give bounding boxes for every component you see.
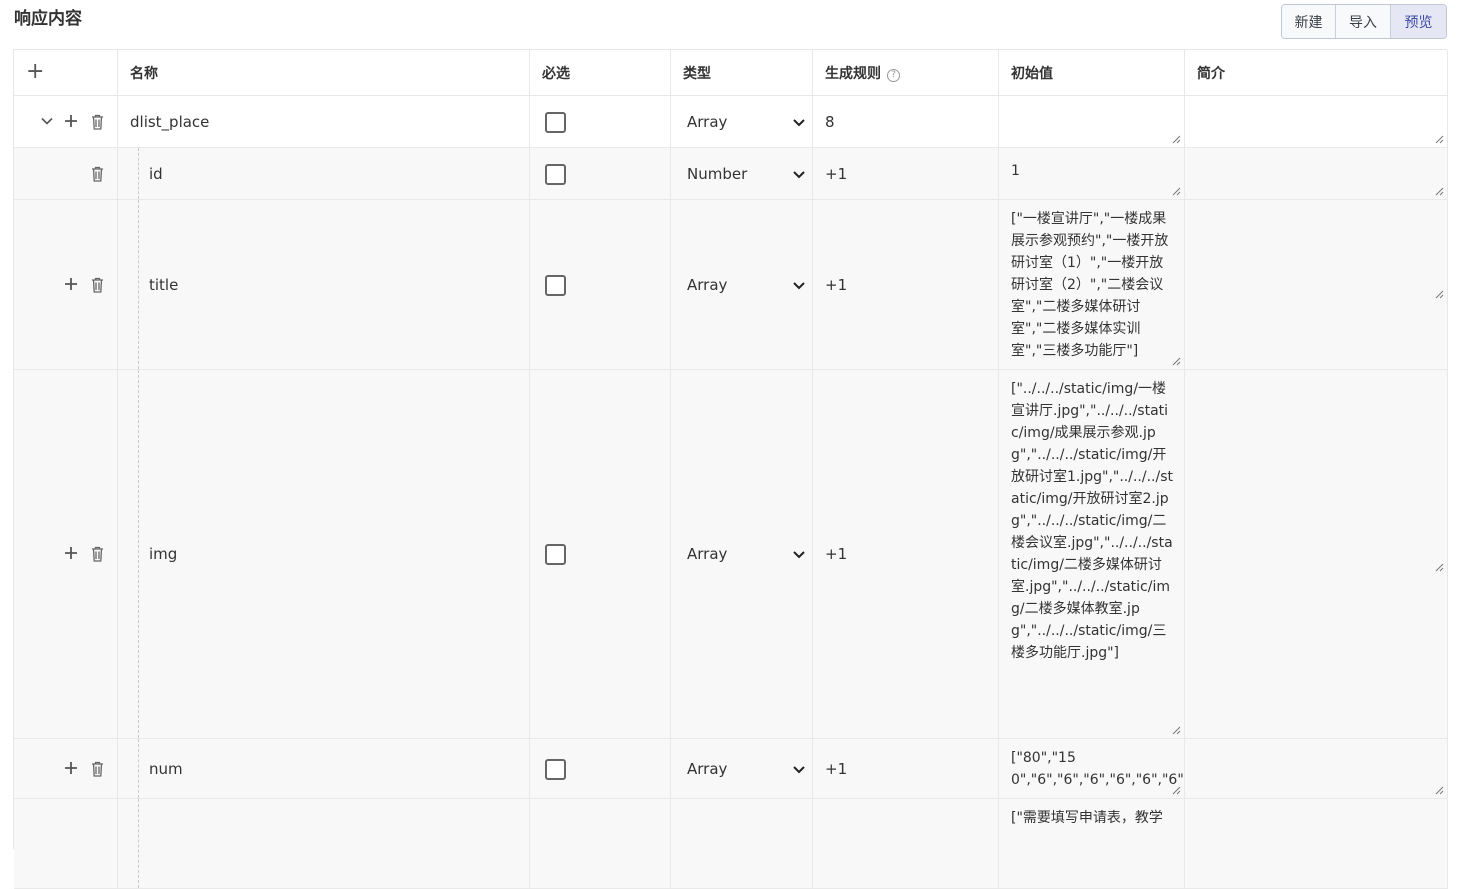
table-row: id Number +1 1 [14,148,1448,200]
resize-handle-icon[interactable] [1435,290,1444,299]
rule-input[interactable]: +1 [825,165,847,183]
resize-handle-icon[interactable] [1172,786,1181,795]
action-button-group: 新建 导入 预览 [1281,4,1447,39]
chevron-down-icon [793,118,805,126]
chevron-down-icon [793,551,805,559]
trash-icon[interactable] [91,166,104,182]
type-select[interactable]: Number [681,162,808,186]
initial-value-textarea[interactable]: ["../../../static/img/一楼宣讲厅.jpg","../../… [999,370,1185,738]
tree-guide-line [138,370,139,738]
chevron-down-icon [793,765,805,773]
required-checkbox[interactable] [545,111,566,133]
resize-handle-icon[interactable] [1435,187,1444,196]
description-textarea[interactable] [1185,739,1448,798]
header-actions-cell: + [14,50,118,95]
resize-handle-icon[interactable] [1172,726,1181,735]
table-row: title Array +1 ["一楼宣讲厅","一楼成果展示参观预约","一楼… [14,200,1448,370]
field-name-input[interactable]: num [149,760,183,778]
rule-input[interactable]: +1 [825,760,847,778]
new-button[interactable]: 新建 [1282,5,1336,38]
type-select[interactable]: Array [681,542,808,566]
column-header-description: 简介 [1197,66,1225,82]
table-header-row: + 名称 必选 类型 生成规则? 初始值 简介 [14,50,1448,96]
column-header-initial: 初始值 [1011,66,1053,82]
resize-handle-icon[interactable] [1172,187,1181,196]
table-row: img Array +1 ["../../../static/img/一楼宣讲厅… [14,370,1448,739]
field-name-input[interactable]: id [149,165,163,183]
description-textarea[interactable] [1185,148,1448,199]
resize-handle-icon[interactable] [1435,563,1444,572]
column-header-rule: 生成规则 [825,66,881,82]
plus-icon[interactable] [64,111,78,133]
resize-handle-icon[interactable] [1172,135,1181,144]
required-checkbox[interactable] [545,163,566,185]
initial-value-textarea[interactable]: 1 [999,148,1185,199]
tree-guide-line [138,739,139,798]
required-checkbox[interactable] [545,544,566,565]
rule-input[interactable]: +1 [825,545,847,563]
preview-button[interactable]: 预览 [1391,5,1446,38]
initial-value-textarea[interactable]: ["需要填写申请表，教学 [999,799,1185,888]
table-row: dlist_place Array 8 [14,96,1448,148]
plus-icon[interactable] [64,543,78,565]
table-row: ["需要填写申请表，教学 [14,799,1448,889]
plus-icon[interactable] [64,274,78,296]
trash-icon[interactable] [91,277,104,293]
chevron-down-icon [793,281,805,289]
response-fields-table: + 名称 必选 类型 生成规则? 初始值 简介 dlist_place Arra… [13,49,1448,889]
tree-guide-line [138,799,139,888]
rule-input[interactable]: 8 [825,113,835,131]
tree-guide-line [138,148,139,199]
type-select[interactable]: Array [681,757,808,781]
description-textarea[interactable] [1185,370,1448,738]
import-button[interactable]: 导入 [1336,5,1391,38]
type-select[interactable]: Array [681,273,808,297]
plus-icon[interactable] [64,758,78,780]
field-name-input[interactable]: title [149,276,178,294]
initial-value-textarea[interactable]: ["80","150","6","6","6","6","6","6"] [999,739,1185,798]
field-name-input[interactable]: dlist_place [130,113,209,131]
required-checkbox[interactable] [545,758,566,780]
chevron-down-icon[interactable] [40,113,54,130]
initial-value-textarea[interactable] [999,96,1185,147]
trash-icon[interactable] [91,546,104,562]
tree-guide-line [138,200,139,369]
resize-handle-icon[interactable] [1172,357,1181,366]
resize-handle-icon[interactable] [1435,786,1444,795]
help-icon[interactable]: ? [887,69,900,82]
table-row: num Array +1 ["80","150","6","6","6","6"… [14,739,1448,799]
column-header-type: 类型 [683,66,711,82]
description-textarea[interactable] [1185,799,1448,888]
initial-value-textarea[interactable]: ["一楼宣讲厅","一楼成果展示参观预约","一楼开放研讨室（1）","一楼开放… [999,200,1185,369]
type-select[interactable]: Array [681,110,808,134]
column-header-required: 必选 [542,66,570,82]
add-root-field-icon[interactable]: + [26,61,44,83]
chevron-down-icon [793,170,805,178]
required-checkbox[interactable] [545,274,566,296]
rule-input[interactable]: +1 [825,276,847,294]
trash-icon[interactable] [91,114,104,130]
column-header-name: 名称 [130,66,158,82]
trash-icon[interactable] [91,761,104,777]
description-textarea[interactable] [1185,96,1448,147]
description-textarea[interactable] [1185,200,1448,369]
page-title: 响应内容 [14,9,82,29]
resize-handle-icon[interactable] [1435,135,1444,144]
field-name-input[interactable]: img [149,545,177,563]
